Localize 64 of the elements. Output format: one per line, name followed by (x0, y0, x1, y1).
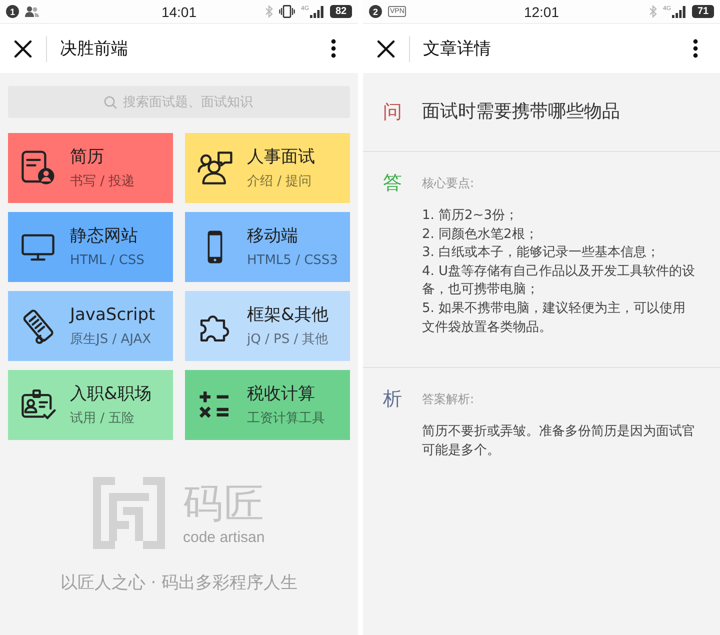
analysis-label: 析 (383, 388, 402, 410)
page-title: 决胜前端 (60, 38, 128, 60)
answer-label: 答 (383, 172, 402, 194)
slogan: 以匠人之心 · 码出多彩程序人生 (60, 572, 298, 594)
tile-subtitle: 书写 / 投递 (70, 174, 135, 190)
category-tile[interactable]: 税收计算 工资计算工具 (185, 370, 350, 440)
close-icon (377, 40, 395, 58)
status-time: 14:01 (161, 4, 197, 20)
signal-icon (310, 6, 324, 18)
logo-icon (93, 477, 165, 549)
category-tile[interactable]: 框架&其他 jQ / PS / 其他 (185, 291, 350, 361)
vibrate-icon (278, 5, 295, 18)
category-tile[interactable]: 人事面试 介绍 / 提问 (185, 133, 350, 203)
status-time: 12:01 (524, 4, 560, 20)
answer-point: 3. 白纸或本子，能够记录一些基本信息； (422, 244, 661, 262)
people-icon (25, 6, 39, 17)
answer-heading: 核心要点: (422, 175, 476, 192)
tile-subtitle: HTML5 / CSS3 (247, 252, 338, 268)
battery-indicator: 71 (692, 5, 714, 18)
tile-title: 入职&职场 (70, 384, 152, 404)
tile-subtitle: 试用 / 五险 (70, 410, 136, 426)
page-title: 文章详情 (423, 38, 491, 60)
close-button[interactable] (14, 40, 32, 58)
bluetooth-icon (648, 5, 657, 18)
tile-title: JavaScript (70, 304, 156, 324)
more-options-icon (331, 39, 336, 58)
analysis-heading: 答案解析: (422, 391, 476, 408)
close-button[interactable] (377, 40, 395, 58)
resume-icon (20, 150, 56, 186)
tile-title: 静态网站 (70, 226, 139, 246)
tile-subtitle: HTML / CSS (70, 252, 144, 268)
notification-badge: 1 (6, 5, 19, 18)
tile-subtitle: 介绍 / 提问 (247, 174, 313, 190)
category-tile[interactable]: 入职&职场 试用 / 五险 (8, 370, 173, 440)
tile-subtitle: 原生JS / AJAX (70, 332, 152, 348)
tile-subtitle: 工资计算工具 (247, 410, 325, 426)
more-options-icon (693, 39, 698, 58)
category-tile[interactable]: 简历 书写 / 投递 (8, 133, 173, 203)
answer-point: 5. 如果不携带电脑，建议轻便为主，可以使用文件袋放置各类物品。 (422, 300, 687, 337)
category-tile[interactable]: 静态网站 HTML / CSS (8, 212, 173, 282)
battery-indicator: 82 (330, 5, 352, 18)
tile-title: 税收计算 (247, 384, 316, 404)
people-chat-icon (197, 150, 233, 186)
bluetooth-icon (264, 5, 273, 18)
tile-title: 移动端 (247, 226, 299, 246)
search-icon (104, 96, 117, 109)
tile-subtitle: jQ / PS / 其他 (247, 332, 328, 348)
tile-title: 简历 (70, 146, 105, 166)
answer-point: 1. 简历2~3份； (422, 207, 519, 225)
more-button[interactable] (693, 39, 698, 58)
tile-title: 框架&其他 (247, 304, 328, 324)
category-tile[interactable]: 移动端 HTML5 / CSS3 (185, 212, 350, 282)
notification-badge: 2 (369, 5, 382, 18)
question-text: 面试时需要携带哪些物品 (422, 101, 620, 123)
tile-title: 人事面试 (247, 146, 315, 166)
analysis-text: 简历不要折或弄皱。准备多份简历是因为面试官可能是多个。 (422, 423, 696, 460)
signal-icon (672, 6, 686, 18)
answer-point: 2. 同颜色水笔2根； (422, 226, 539, 244)
brand-subtitle: code artisan (183, 528, 265, 546)
close-icon (14, 40, 32, 58)
more-button[interactable] (331, 39, 336, 58)
answer-point: 4. U盘等存储有自己作品以及开发工具软件的设备，也可携带电脑； (422, 262, 696, 300)
category-tile[interactable]: JavaScript 原生JS / AJAX (8, 291, 173, 361)
question-label: 问 (383, 101, 402, 123)
